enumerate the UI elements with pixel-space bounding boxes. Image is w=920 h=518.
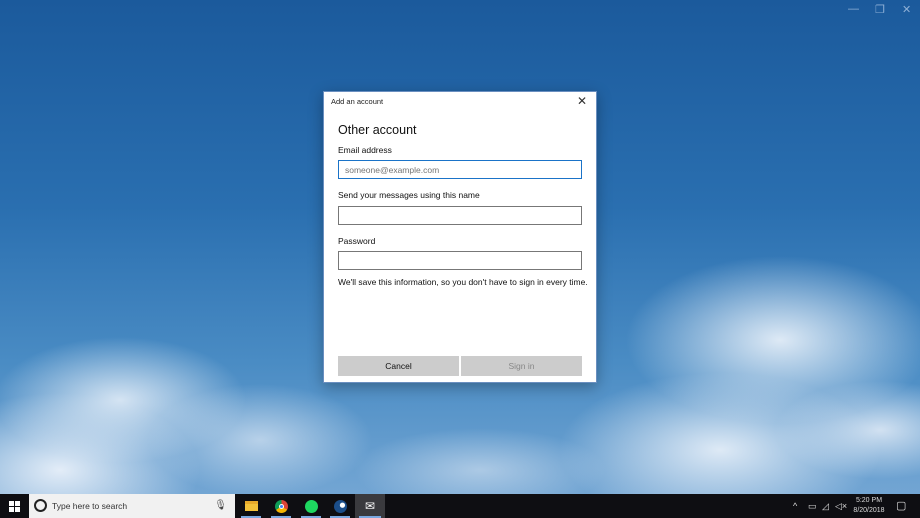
show-hidden-icons[interactable]: ^ — [793, 494, 797, 518]
close-window-button[interactable]: ✕ — [902, 3, 911, 16]
display-name-input[interactable] — [338, 206, 582, 225]
restore-button[interactable]: ❐ — [875, 3, 885, 16]
email-input[interactable] — [338, 160, 582, 179]
file-explorer-icon[interactable] — [237, 494, 265, 518]
display-name-label: Send your messages using this name — [338, 190, 480, 200]
password-label: Password — [338, 236, 376, 246]
action-center-icon[interactable]: ▢ — [896, 494, 906, 518]
dialog-close-button[interactable]: ✕ — [577, 94, 587, 108]
time: 5:20 PM — [855, 497, 883, 504]
email-label: Email address — [338, 145, 392, 155]
chrome-icon[interactable] — [267, 494, 295, 518]
battery-icon[interactable]: ▭ — [808, 494, 817, 518]
windows-icon — [8, 500, 20, 512]
search-box[interactable]: Type here to search 🎙 — [29, 494, 235, 518]
cancel-button[interactable]: Cancel — [338, 356, 459, 376]
clock[interactable]: 5:20 PM 8/20/2018 — [846, 496, 892, 516]
password-input[interactable] — [338, 251, 582, 270]
steam-icon[interactable] — [326, 494, 354, 518]
minimize-button[interactable]: — — [848, 3, 859, 15]
dialog-title: Add an account — [331, 97, 384, 106]
dialog-heading: Other account — [338, 123, 417, 137]
start-button[interactable] — [0, 494, 28, 518]
taskbar: Type here to search 🎙 ✉ ^ ▭ ◿ ◁× 5:20 PM… — [0, 494, 920, 518]
spotify-icon[interactable] — [297, 494, 325, 518]
info-note: We'll save this information, so you don'… — [338, 277, 588, 287]
cortana-icon — [34, 499, 47, 512]
sign-in-button[interactable]: Sign in — [461, 356, 582, 376]
date: 8/20/2018 — [853, 507, 885, 514]
add-account-dialog: Add an account ✕ Other account Email add… — [323, 91, 597, 383]
microphone-icon[interactable]: 🎙 — [214, 494, 227, 518]
mail-icon[interactable]: ✉ — [355, 494, 385, 518]
wifi-icon[interactable]: ◿ — [822, 494, 829, 518]
search-placeholder: Type here to search — [52, 501, 128, 511]
